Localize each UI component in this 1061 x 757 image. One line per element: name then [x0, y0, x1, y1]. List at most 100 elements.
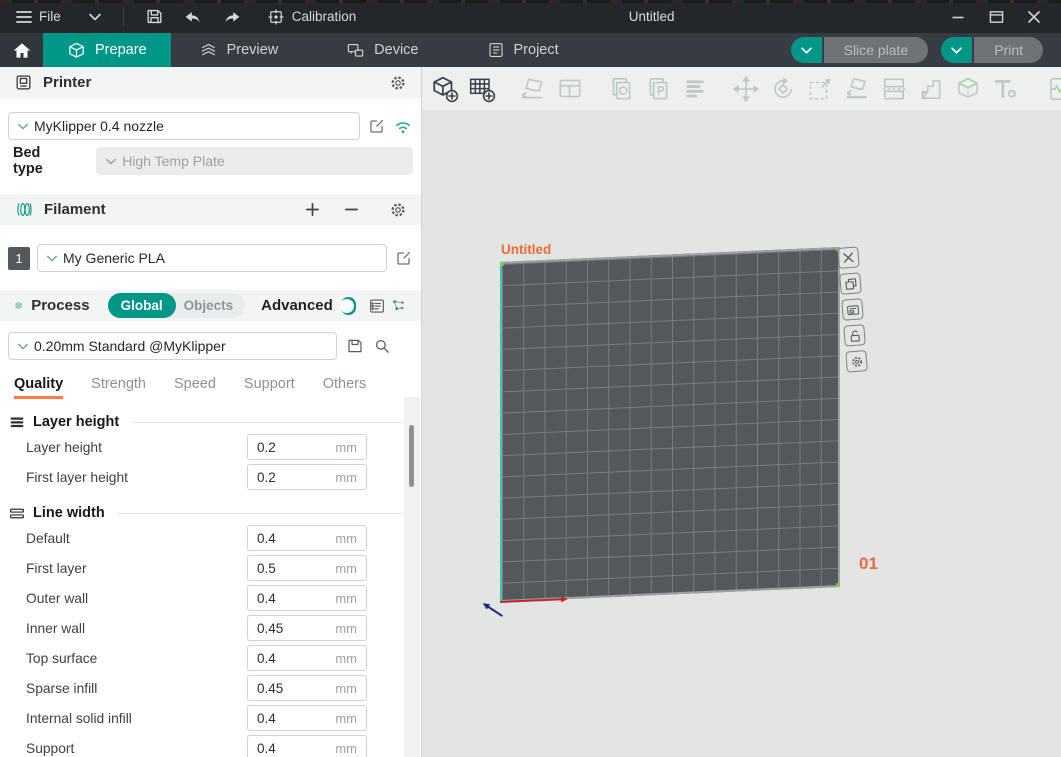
file-menu-button[interactable]: File	[10, 5, 67, 28]
save-button[interactable]	[139, 3, 170, 30]
add-plate-icon[interactable]	[468, 75, 496, 103]
print-button[interactable]: Print	[974, 37, 1043, 63]
tab-project[interactable]: Project	[463, 33, 583, 67]
tab-speed[interactable]: Speed	[174, 376, 216, 399]
param-label: Top surface	[26, 651, 97, 666]
home-icon	[12, 41, 32, 60]
tab-device[interactable]: Device	[322, 33, 442, 67]
advanced-toggle[interactable]	[341, 297, 356, 315]
calibration-button[interactable]: Calibration	[261, 4, 363, 30]
home-button[interactable]	[0, 33, 43, 67]
printer-settings-gear-icon[interactable]	[389, 74, 407, 92]
param-value[interactable]: 0.45	[257, 681, 283, 696]
maximize-button[interactable]	[979, 4, 1013, 30]
param-value[interactable]: 0.2	[257, 470, 276, 485]
plate-title-label[interactable]: Untitled	[501, 242, 551, 257]
edit-printer-icon[interactable]	[367, 117, 386, 136]
undo-icon	[183, 8, 203, 26]
rotate-icon	[769, 75, 797, 103]
close-button[interactable]	[1017, 4, 1051, 30]
filament-slot-badge[interactable]: 1	[8, 247, 30, 270]
print-options-button[interactable]	[941, 37, 972, 63]
first-layer-height-input[interactable]: 0.2 mm	[247, 464, 367, 490]
param-value[interactable]: 0.4	[257, 591, 276, 606]
tab-prepare-label: Prepare	[95, 42, 147, 58]
undo-button[interactable]	[177, 4, 209, 30]
param-value[interactable]: 0.4	[257, 531, 276, 546]
save-preset-icon[interactable]	[346, 337, 364, 355]
process-preset-value: 0.20mm Standard @MyKlipper	[34, 338, 226, 354]
scope-global-button[interactable]: Global	[108, 293, 176, 318]
param-label: Internal solid infill	[26, 711, 132, 726]
title-bar: File	[0, 0, 1061, 33]
tab-others[interactable]: Others	[323, 376, 367, 399]
build-plate[interactable]	[500, 247, 840, 602]
tab-prepare[interactable]: Prepare	[43, 33, 171, 67]
close-icon	[1027, 10, 1041, 24]
filament-preset-select[interactable]: My Generic PLA	[37, 244, 387, 272]
panel-scrollbar[interactable]	[404, 397, 420, 757]
hamburger-icon	[16, 10, 32, 24]
remove-filament-minus-icon[interactable]	[344, 202, 359, 217]
delete-all-icon[interactable]	[837, 246, 860, 269]
cut-icon	[880, 75, 908, 103]
auto-orient-icon	[519, 75, 547, 103]
param-value[interactable]: 0.45	[257, 621, 283, 636]
sparse-infill-line-width-input[interactable]: 0.45 mm	[247, 675, 367, 701]
filament-settings-gear-icon[interactable]	[389, 201, 407, 219]
parameter-list-icon[interactable]	[368, 297, 386, 315]
redo-button[interactable]	[216, 4, 248, 30]
param-label: Support	[26, 741, 74, 756]
tab-preview-label: Preview	[227, 42, 279, 58]
printer-preset-select[interactable]: MyKlipper 0.4 nozzle	[8, 112, 360, 140]
slice-plate-button[interactable]: Slice plate	[824, 37, 929, 63]
slice-options-button[interactable]	[791, 37, 822, 63]
param-label: First layer height	[26, 470, 128, 485]
scope-objects-button[interactable]: Objects	[176, 298, 246, 313]
tab-strength[interactable]: Strength	[91, 376, 146, 399]
param-value[interactable]: 0.4	[257, 651, 276, 666]
param-value[interactable]: 0.4	[257, 711, 276, 726]
tab-preview[interactable]: Preview	[175, 33, 303, 67]
search-preset-icon[interactable]	[373, 337, 391, 355]
viewport-toolbar	[422, 67, 1061, 110]
parameter-graph-icon[interactable]	[390, 297, 407, 314]
bed-type-select[interactable]: High Temp Plate	[96, 147, 413, 175]
chevron-down-icon	[88, 12, 102, 22]
support-line-width-input[interactable]: 0.4 mm	[247, 735, 367, 757]
default-line-width-input[interactable]: 0.4 mm	[247, 525, 367, 551]
minimize-button[interactable]	[941, 4, 975, 30]
scrollbar-thumb[interactable]	[409, 425, 414, 487]
viewport-canvas[interactable]: Untitled 01	[422, 110, 1061, 757]
printer-connection-wifi-icon[interactable]	[393, 118, 413, 135]
param-value[interactable]: 0.4	[257, 741, 276, 756]
plate-corner-marker	[836, 583, 840, 587]
lock-plate-icon[interactable]	[843, 324, 866, 347]
add-model-icon[interactable]	[431, 75, 459, 103]
inner-wall-line-width-input[interactable]: 0.45 mm	[247, 615, 367, 641]
param-unit: mm	[335, 470, 357, 485]
first-layer-line-width-input[interactable]: 0.5 mm	[247, 555, 367, 581]
process-preset-select[interactable]: 0.20mm Standard @MyKlipper	[8, 332, 337, 360]
tab-quality[interactable]: Quality	[14, 376, 63, 399]
top-surface-line-width-input[interactable]: 0.4 mm	[247, 645, 367, 671]
plate-settings-icon[interactable]	[841, 298, 864, 321]
printer-section-title: Printer	[43, 74, 91, 91]
seam-painting-icon	[954, 75, 982, 103]
add-filament-plus-icon[interactable]	[305, 202, 320, 217]
param-value[interactable]: 0.5	[257, 561, 276, 576]
internal-solid-infill-line-width-input[interactable]: 0.4 mm	[247, 705, 367, 731]
plate-number-label: 01	[859, 554, 878, 574]
arrange-plate-icon[interactable]	[839, 272, 862, 295]
edit-filament-icon[interactable]	[394, 249, 413, 268]
param-unit: mm	[335, 681, 357, 696]
layer-height-section-title: Layer height	[33, 414, 119, 430]
outer-wall-line-width-input[interactable]: 0.4 mm	[247, 585, 367, 611]
plate-gear-icon[interactable]	[845, 350, 868, 373]
param-row-internal-solid-infill: Internal solid infill 0.4 mm	[26, 705, 367, 731]
viewport-3d[interactable]: Untitled 01	[422, 67, 1061, 757]
layer-height-input[interactable]: 0.2 mm	[247, 434, 367, 460]
param-value[interactable]: 0.2	[257, 440, 276, 455]
file-dropdown-button[interactable]	[82, 8, 108, 26]
tab-support[interactable]: Support	[244, 376, 295, 399]
